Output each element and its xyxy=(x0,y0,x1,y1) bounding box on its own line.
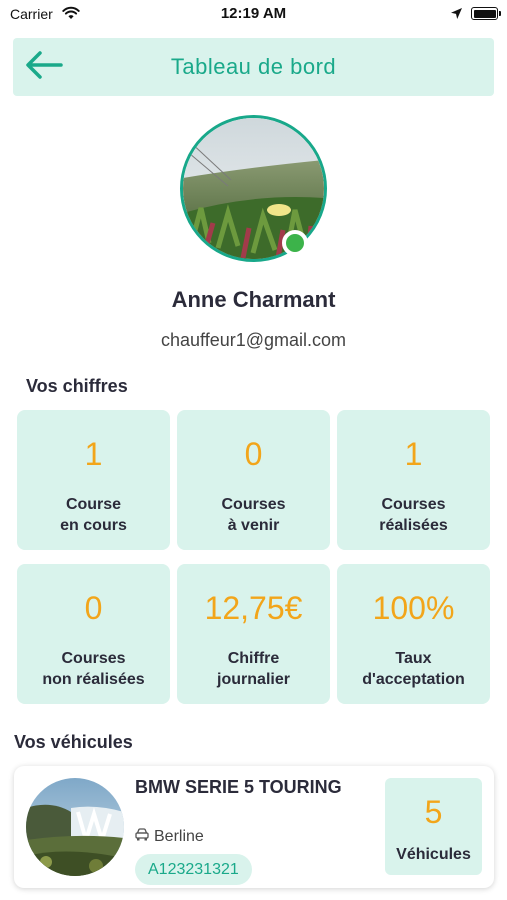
status-bar: Carrier 12:19 AM xyxy=(0,0,507,28)
stat-label: Taux d'acceptation xyxy=(362,650,465,688)
vehicle-count-card[interactable]: 5 Véhicules xyxy=(385,778,482,875)
page-title: Tableau de bord xyxy=(170,54,337,79)
license-plate-badge: A123231321 xyxy=(135,854,252,885)
vehicle-count-label: Véhicules xyxy=(396,846,471,863)
stat-value: 1 xyxy=(404,436,423,472)
page-header: Tableau de bord xyxy=(13,38,494,96)
vehicle-type-label: Berline xyxy=(154,828,204,845)
vehicle-name: BMW SERIE 5 TOURING xyxy=(135,777,342,797)
status-time: 12:19 AM xyxy=(220,5,287,22)
stat-label: Courses réalisées xyxy=(379,496,448,534)
profile-email: chauffeur1@gmail.com xyxy=(160,330,347,350)
stat-value: 0 xyxy=(84,590,103,626)
profile-name: Anne Charmant xyxy=(171,287,336,312)
stat-value: 1 xyxy=(84,436,103,472)
battery-icon xyxy=(471,7,501,20)
vehicle-type: Berline xyxy=(135,828,204,846)
online-status-indicator xyxy=(282,230,308,256)
vehicle-card[interactable]: BMW SERIE 5 TOURING Berline A123231321 5… xyxy=(14,766,494,888)
stats-grid: 1 Course en cours 0 Courses à venir 1 Co… xyxy=(17,410,491,704)
stat-card-acceptance-rate[interactable]: 100% Taux d'acceptation xyxy=(337,564,490,704)
stat-label: Courses à venir xyxy=(221,496,286,534)
stats-section-title: Vos chiffres xyxy=(26,376,128,396)
stat-card-current-rides[interactable]: 1 Course en cours xyxy=(17,410,170,550)
stat-value: 0 xyxy=(244,436,263,472)
stat-label: Courses non réalisées xyxy=(42,650,145,688)
vehicle-photo xyxy=(26,778,124,876)
car-icon xyxy=(135,828,149,846)
vehicle-count-value: 5 xyxy=(424,794,443,830)
stat-card-completed-rides[interactable]: 1 Courses réalisées xyxy=(337,410,490,550)
location-arrow-icon xyxy=(450,7,463,25)
profile-avatar[interactable] xyxy=(180,115,327,262)
stat-label: Course en cours xyxy=(60,496,127,534)
stat-value: 100% xyxy=(372,590,455,626)
stat-card-upcoming-rides[interactable]: 0 Courses à venir xyxy=(177,410,330,550)
stat-label: Chiffre journalier xyxy=(217,650,290,688)
stat-card-missed-rides[interactable]: 0 Courses non réalisées xyxy=(17,564,170,704)
stat-value: 12,75€ xyxy=(204,590,303,626)
vehicles-section-title: Vos véhicules xyxy=(14,732,133,752)
stat-card-daily-revenue[interactable]: 12,75€ Chiffre journalier xyxy=(177,564,330,704)
